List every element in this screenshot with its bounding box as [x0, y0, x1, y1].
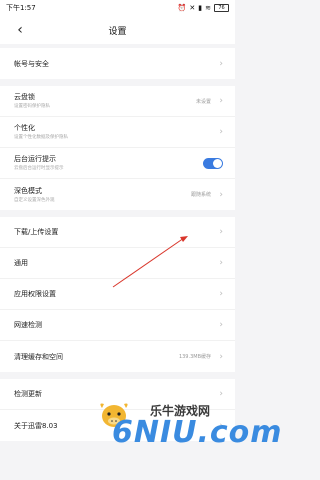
- personalization-row[interactable]: 个性化 设置个性化数据及保护隐私 ›: [0, 117, 235, 148]
- chevron-right-icon: ›: [219, 96, 223, 106]
- background-run-row: 后台运行提示 云盘后台运行时显示提示: [0, 148, 235, 179]
- row-value: 未设置: [195, 98, 211, 105]
- toggle-knob: [213, 158, 222, 168]
- row-value: 139.3MB缓存: [178, 354, 211, 360]
- speed-test-row[interactable]: 网速检测 ›: [0, 310, 235, 341]
- row-sublabel: 自定义设置深色外观: [14, 197, 55, 203]
- watermark-logo: 乐牛游戏网 6NIU.com: [96, 398, 282, 458]
- chevron-right-icon: ›: [219, 227, 223, 237]
- row-label: 帐号与安全: [14, 59, 49, 68]
- chevron-right-icon: ›: [219, 127, 223, 137]
- app-permissions-row[interactable]: 应用权限设置 ›: [0, 279, 235, 310]
- dark-mode-row[interactable]: 深色模式 自定义设置深色外观 跟随系统 ›: [0, 179, 235, 210]
- row-label: 网速检测: [14, 321, 42, 329]
- chevron-right-icon: ›: [219, 58, 223, 69]
- chevron-right-icon: ›: [219, 351, 223, 362]
- row-label: 下载/上传设置: [14, 228, 59, 236]
- row-sublabel: 设置密码保护隐私: [14, 104, 50, 109]
- row-label: 清理缓存和空间: [14, 352, 63, 361]
- chevron-left-icon: ‹: [17, 22, 23, 38]
- watermark-bottom-text: 6NIU.com: [112, 415, 283, 450]
- row-sublabel: 设置个性化数据及保护隐私: [14, 135, 68, 140]
- settings-group-privacy: 云盘锁 设置密码保护隐私 未设置 › 个性化 设置个性化数据及保护隐私 › 后台…: [0, 86, 235, 210]
- clear-cache-row[interactable]: 清理缓存和空间 139.3MB缓存 ›: [0, 341, 235, 372]
- row-label: 后台运行提示: [14, 155, 56, 163]
- chevron-right-icon: ›: [219, 258, 223, 268]
- settings-group-general: 下载/上传设置 › 通用 › 应用权限设置 › 网速检测 › 清理缓存和空间 1…: [0, 217, 235, 372]
- background-run-toggle[interactable]: [203, 157, 223, 169]
- chevron-right-icon: ›: [219, 320, 223, 330]
- row-label: 深色模式: [14, 186, 42, 195]
- row-label: 云盘锁: [14, 93, 35, 101]
- status-bar: 下午1:57 ⏰ ✕ ▮ ≋ 76: [0, 0, 235, 16]
- chevron-right-icon: ›: [219, 189, 223, 200]
- download-upload-settings-row[interactable]: 下载/上传设置 ›: [0, 217, 235, 248]
- status-time: 下午1:57: [6, 4, 36, 12]
- cloud-lock-row[interactable]: 云盘锁 设置密码保护隐私 未设置 ›: [0, 86, 235, 117]
- settings-group-account: 帐号与安全 ›: [0, 48, 235, 79]
- general-row[interactable]: 通用 ›: [0, 248, 235, 279]
- page-title: 设置: [108, 26, 127, 37]
- account-security-row[interactable]: 帐号与安全 ›: [0, 48, 235, 79]
- signal-icon: ▮: [198, 3, 203, 12]
- battery-icon: 76: [214, 4, 229, 12]
- row-label: 应用权限设置: [14, 290, 56, 298]
- mute-icon: ✕: [189, 3, 196, 12]
- back-button[interactable]: ‹: [12, 21, 28, 39]
- alarm-icon: ⏰: [177, 3, 187, 12]
- chevron-right-icon: ›: [219, 289, 223, 299]
- title-bar: ‹ 设置: [0, 16, 235, 44]
- wifi-icon: ≋: [205, 3, 211, 12]
- status-icons: ⏰ ✕ ▮ ≋ 76: [178, 4, 229, 12]
- row-sublabel: 云盘后台运行时显示提示: [14, 166, 64, 171]
- row-value: 跟随系统: [190, 192, 211, 198]
- row-label: 通用: [14, 259, 28, 267]
- row-label: 个性化: [14, 124, 35, 132]
